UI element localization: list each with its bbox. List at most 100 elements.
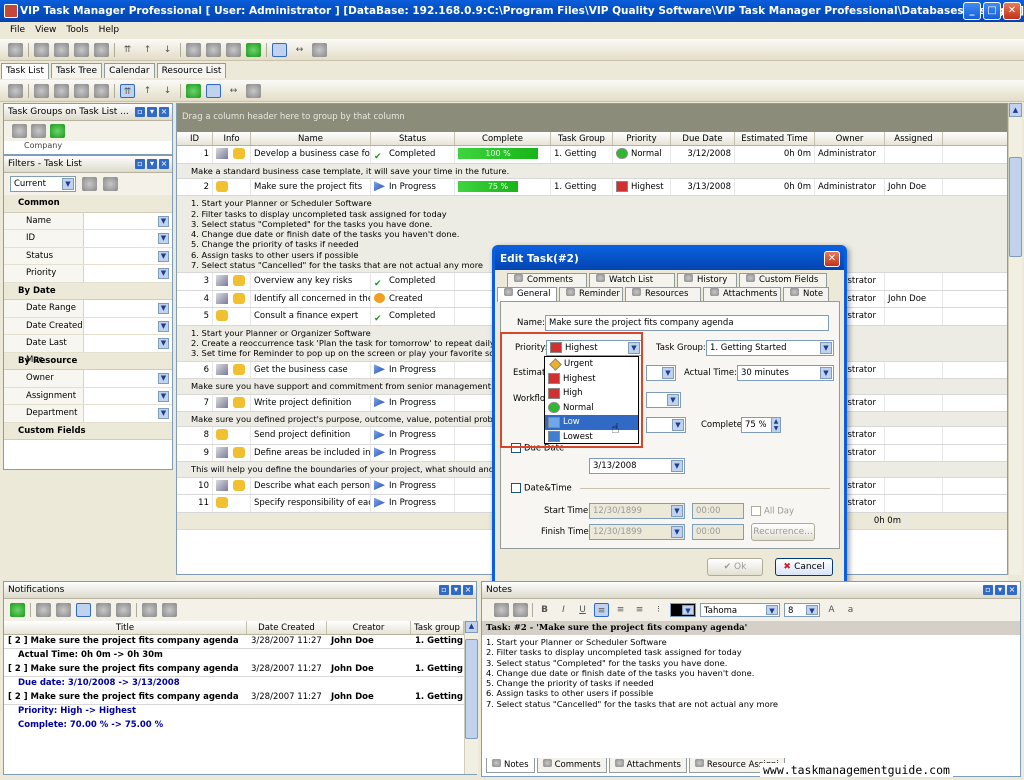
move-down-icon[interactable]: ↓ bbox=[160, 43, 175, 57]
filter-category[interactable]: Custom Fields bbox=[4, 422, 172, 440]
delete-task-icon[interactable] bbox=[54, 42, 69, 57]
dialog-close-button[interactable]: ✕ bbox=[824, 251, 840, 267]
tab-attachments[interactable]: Attachments bbox=[608, 758, 687, 773]
move-up-icon[interactable]: ↑ bbox=[140, 84, 155, 98]
tab-note[interactable]: Note bbox=[783, 287, 829, 301]
preview-icon[interactable] bbox=[272, 42, 287, 57]
dropdown-icon[interactable]: ▼ bbox=[158, 303, 169, 314]
filter-field-value[interactable]: ▼ bbox=[84, 405, 172, 422]
refresh-icon[interactable] bbox=[246, 42, 261, 57]
delete-icon[interactable] bbox=[54, 83, 69, 98]
settings-icon[interactable] bbox=[162, 603, 177, 617]
underline-icon[interactable]: U bbox=[575, 603, 590, 617]
filter-field-row[interactable]: ID ▼ bbox=[4, 230, 172, 248]
filter-field-row[interactable]: Status ▼ bbox=[4, 247, 172, 265]
pin-icon[interactable]: ▫ bbox=[135, 159, 145, 169]
paste-task-icon[interactable] bbox=[94, 42, 109, 57]
tab-history[interactable]: History bbox=[677, 273, 737, 287]
finish-date-picker[interactable]: 12/30/1899 ▼ bbox=[589, 524, 685, 540]
all-day-checkbox[interactable]: All Day bbox=[751, 506, 794, 517]
move-top-icon[interactable]: ⇈ bbox=[120, 83, 135, 98]
col-date-created[interactable]: Date Created bbox=[247, 621, 327, 634]
notification-row[interactable]: [ 2 ] Make sure the project fits company… bbox=[4, 635, 476, 649]
refresh-icon[interactable] bbox=[186, 83, 201, 98]
align-left-icon[interactable]: ≡ bbox=[594, 603, 609, 617]
table-row[interactable]: 1 Develop a business case for ✔ Completed 1… bbox=[177, 146, 1007, 164]
grid-scrollbar[interactable]: ▲ bbox=[1008, 103, 1022, 575]
filter-field-value[interactable]: ▼ bbox=[84, 388, 172, 405]
due-date-picker[interactable]: 3/13/2008 ▼ bbox=[589, 458, 685, 474]
ok-button[interactable]: ✔ Ok bbox=[707, 558, 763, 576]
group-add-icon[interactable] bbox=[31, 124, 46, 138]
priority-option-highest[interactable]: Highest bbox=[545, 372, 638, 387]
shrink-font-icon[interactable]: a bbox=[843, 603, 858, 617]
fit-width-icon[interactable]: ↔ bbox=[292, 43, 307, 57]
font-size-select[interactable]: 8 ▼ bbox=[784, 603, 820, 617]
pin-icon[interactable]: ▫ bbox=[439, 585, 449, 595]
tab-reminder[interactable]: Reminder bbox=[559, 287, 623, 301]
filter-field-row[interactable]: Name ▼ bbox=[4, 212, 172, 230]
menu-help[interactable]: Help bbox=[99, 22, 120, 38]
dock-icon[interactable]: ▾ bbox=[147, 159, 157, 169]
pin-icon[interactable]: ▫ bbox=[135, 107, 145, 117]
preview-icon[interactable] bbox=[206, 83, 221, 98]
font-select[interactable]: Tahoma ▼ bbox=[700, 603, 780, 617]
note-body[interactable]: 1. Start your Planner or Scheduler Softw… bbox=[482, 635, 1020, 711]
start-time-input[interactable]: 00:00 bbox=[692, 503, 744, 519]
dropdown-icon[interactable]: ▼ bbox=[158, 215, 169, 227]
filter-field-row[interactable]: Date Range ▼ bbox=[4, 300, 172, 318]
dropdown-icon[interactable]: ▼ bbox=[158, 390, 169, 402]
col-header-task-group[interactable]: Task Group bbox=[551, 132, 613, 145]
outline-icon[interactable] bbox=[206, 42, 221, 57]
company-node[interactable]: Company bbox=[4, 141, 172, 151]
status-select[interactable]: ▼ bbox=[646, 417, 686, 433]
bullets-icon[interactable]: ⁝ bbox=[651, 603, 666, 617]
grow-font-icon[interactable]: A bbox=[824, 603, 839, 617]
columns-icon[interactable] bbox=[246, 83, 261, 98]
complete-spinner[interactable]: ▲ ▼ bbox=[771, 417, 781, 433]
start-date-picker[interactable]: 12/30/1899 ▼ bbox=[589, 503, 685, 519]
maximize-button[interactable]: □ bbox=[983, 2, 1001, 20]
bold-icon[interactable]: B bbox=[537, 603, 552, 617]
tab-calendar[interactable]: Calendar bbox=[104, 63, 155, 78]
filter-field-row[interactable]: Date Created ▼ bbox=[4, 317, 172, 335]
filter-field-row[interactable]: Assignment ▼ bbox=[4, 387, 172, 405]
table-row[interactable]: 2 Make sure the project fits In Progress 75… bbox=[177, 178, 1007, 197]
columns-icon[interactable] bbox=[312, 42, 327, 57]
filter-field-row[interactable]: Priority ▼ bbox=[4, 265, 172, 283]
copy-icon[interactable] bbox=[74, 83, 89, 98]
dock-icon[interactable]: ▾ bbox=[995, 585, 1005, 595]
close-icon[interactable]: × bbox=[463, 585, 473, 595]
align-center-icon[interactable]: ≡ bbox=[613, 603, 628, 617]
copy-task-icon[interactable] bbox=[74, 42, 89, 57]
tab-resources[interactable]: Resources bbox=[625, 287, 701, 301]
pin-icon[interactable]: ▫ bbox=[983, 585, 993, 595]
name-input[interactable]: Make sure the project fits company agend… bbox=[545, 315, 829, 331]
fit-width-icon[interactable]: ↔ bbox=[226, 84, 241, 98]
dropdown-icon[interactable]: ▼ bbox=[158, 408, 169, 419]
dropdown-icon[interactable]: ▼ bbox=[158, 250, 169, 262]
preview-icon[interactable] bbox=[116, 603, 131, 617]
mark-read-icon[interactable] bbox=[36, 603, 51, 617]
close-icon[interactable]: × bbox=[159, 159, 169, 169]
edit-task-icon[interactable] bbox=[34, 42, 49, 57]
filter-field-value[interactable]: ▼ bbox=[84, 265, 172, 282]
tab-custom-fields[interactable]: Custom Fields bbox=[739, 273, 827, 287]
datetime-toggle[interactable]: Date&Time bbox=[511, 483, 831, 494]
filter-field-value[interactable]: ▼ bbox=[84, 335, 172, 352]
show-read-icon[interactable] bbox=[76, 603, 91, 617]
group-icon[interactable] bbox=[186, 42, 201, 57]
col-header-name[interactable]: Name bbox=[251, 132, 371, 145]
col-task-group[interactable]: Task group bbox=[411, 621, 464, 634]
filter-preset-select[interactable]: Current ▼ bbox=[10, 176, 76, 192]
col-header-assigned[interactable]: Assigned bbox=[885, 132, 943, 145]
mark-all-read-icon[interactable] bbox=[56, 603, 71, 617]
notification-row[interactable]: [ 2 ] Make sure the project fits company… bbox=[4, 663, 476, 677]
move-down-icon[interactable]: ↓ bbox=[160, 84, 175, 98]
refresh-icon[interactable] bbox=[10, 603, 25, 617]
filter-icon[interactable] bbox=[226, 42, 241, 57]
task-group-select[interactable]: 1. Getting Started ▼ bbox=[706, 340, 834, 356]
priority-option-normal[interactable]: Normal bbox=[545, 401, 638, 416]
align-right-icon[interactable]: ≡ bbox=[632, 603, 647, 617]
dock-icon[interactable]: ▾ bbox=[147, 107, 157, 117]
